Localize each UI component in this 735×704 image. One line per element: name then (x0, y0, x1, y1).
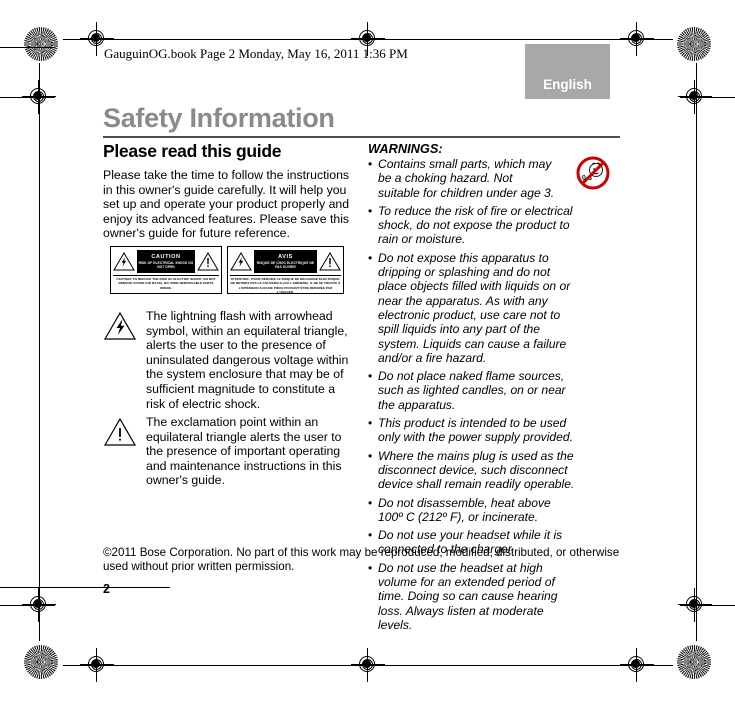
copyright-notice: ©2011 Bose Corporation. No part of this … (103, 546, 620, 573)
list-item: Do not disassemble, heat above 100º C (2… (368, 496, 578, 525)
list-item: Do not place naked flame sources, such a… (368, 369, 578, 412)
crop-line-header-rule (0, 46, 55, 48)
registration-mark-inner-top-right (678, 80, 712, 114)
caution-banner-word: CAUTION (151, 253, 181, 260)
star-target-bottom-left (24, 645, 58, 679)
lightning-bolt-triangle-icon (113, 252, 135, 271)
registration-mark-bottom-left (80, 648, 114, 682)
crop-line-bottom (63, 664, 673, 666)
star-target-top-left (24, 27, 58, 61)
choking-hazard-0-3-icon: 0-3 (576, 156, 610, 190)
crop-line-left-edge-mark (0, 586, 170, 588)
page-number: 2 (103, 582, 110, 596)
lightning-bolt-triangle-icon (103, 309, 137, 411)
list-item: Contains small parts, which may be a cho… (368, 157, 556, 200)
language-tab-label: English (543, 77, 592, 92)
crop-line-right (695, 63, 697, 641)
list-item: Do not expose this apparatus to dripping… (368, 251, 578, 365)
crop-line-top-inner-left (0, 96, 55, 98)
avis-banner-sub: RISQUE DE CHOC ELECTRIQUE NE PAS OUVRIR (256, 260, 315, 269)
section-heading-please-read: Please read this guide (103, 141, 282, 161)
exclamation-triangle-icon (197, 252, 219, 271)
caution-notice-box-english: CAUTION RISK OF ELECTRICAL SHOCK DO NOT … (110, 246, 222, 294)
avis-notice-box-french: AVIS RISQUE DE CHOC ELECTRIQUE NE PAS OU… (227, 246, 344, 294)
intro-paragraph: Please take the time to follow the instr… (103, 168, 350, 241)
symbol-explanation-exclamation: The exclamation point within an equilate… (103, 415, 353, 488)
language-tab-english[interactable]: English (525, 44, 610, 99)
warnings-heading: WARNINGS: (368, 141, 443, 156)
caution-banner: CAUTION RISK OF ELECTRICAL SHOCK DO NOT … (137, 250, 195, 273)
crop-line-top (63, 38, 673, 40)
exclamation-triangle-icon (319, 252, 341, 271)
symbol-explanation-lightning: The lightning flash with arrowhead symbo… (103, 309, 353, 411)
crop-line-bottom-inner-left (0, 604, 55, 606)
registration-mark-inner-bottom-left (22, 588, 56, 622)
avis-footer-text: ATTENTION : POUR RÉDUIRE LE RISQUE DE DÉ… (230, 275, 341, 295)
star-target-top-right (677, 27, 711, 61)
list-item: This product is intended to be used only… (368, 416, 578, 445)
crop-line-top-inner-right (680, 96, 735, 98)
caution-banner-sub: RISK OF ELECTRICAL SHOCK DO NOT OPEN (138, 260, 194, 269)
crop-line-left (38, 63, 40, 641)
avis-banner: AVIS RISQUE DE CHOC ELECTRIQUE NE PAS OU… (254, 250, 317, 273)
star-target-bottom-right (677, 645, 711, 679)
caution-footer-text: CAUTION: TO REDUCE THE RISK OF ELECTRIC … (113, 275, 219, 290)
lightning-bolt-triangle-icon (230, 252, 252, 271)
page-title: Safety Information (103, 103, 335, 133)
exclamation-triangle-icon (103, 415, 137, 488)
list-item: To reduce the risk of fire or electrical… (368, 204, 578, 247)
title-divider (103, 136, 620, 138)
registration-mark-inner-top-left (22, 80, 56, 114)
crop-line-bottom-inner-right (680, 604, 735, 606)
electrical-notice-boxes: CAUTION RISK OF ELECTRICAL SHOCK DO NOT … (110, 246, 344, 294)
registration-mark-bottom-center (351, 648, 385, 682)
registration-mark-bottom-right (620, 648, 654, 682)
file-header-stamp: GauguinOG.book Page 2 Monday, May 16, 20… (104, 46, 408, 61)
left-column: Please read this guide Please take the t… (103, 141, 353, 241)
avis-banner-word: AVIS (278, 253, 293, 260)
list-item: Where the mains plug is used as the disc… (368, 449, 578, 492)
registration-mark-top-right (620, 22, 654, 56)
symbol-explanation-exclamation-text: The exclamation point within an equilate… (146, 415, 342, 488)
registration-mark-inner-bottom-right (678, 588, 712, 622)
symbol-explanation-lightning-text: The lightning flash with arrowhead symbo… (146, 309, 349, 411)
